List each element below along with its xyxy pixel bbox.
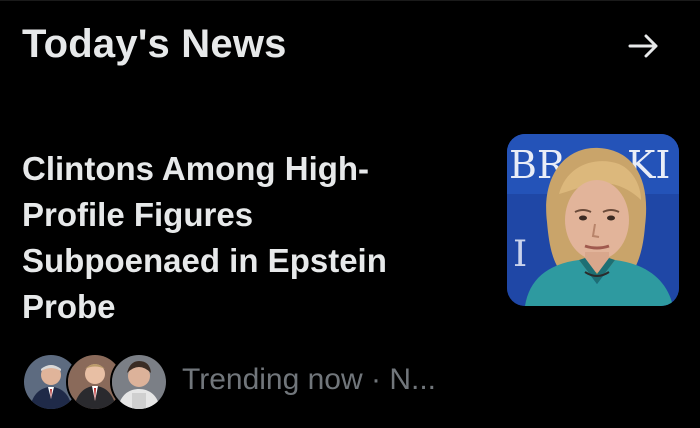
- story-thumbnail[interactable]: BR KI I: [507, 134, 679, 306]
- trending-meta-text: Trending now · N...: [182, 363, 436, 396]
- avatar: [110, 353, 168, 411]
- thumbnail-image: BR KI I: [507, 134, 679, 306]
- avatar-stack: [22, 353, 168, 411]
- section-title: Today's News: [22, 22, 287, 66]
- avatar-image: [112, 355, 166, 409]
- section-header: Today's News: [22, 22, 678, 70]
- news-story[interactable]: Clintons Among High- Profile Figures Sub…: [22, 146, 462, 330]
- story-headline[interactable]: Clintons Among High- Profile Figures Sub…: [22, 146, 462, 330]
- headline-line: Probe: [22, 288, 116, 325]
- headline-line: Profile Figures: [22, 196, 254, 233]
- top-divider: [0, 0, 700, 1]
- arrow-right-icon-graphic: [628, 34, 658, 58]
- story-meta: Trending now · N...: [22, 353, 482, 411]
- arrow-right-icon[interactable]: [624, 26, 664, 66]
- headline-line: Subpoenaed in Epstein: [22, 242, 387, 279]
- headline-line: Clintons Among High-: [22, 150, 370, 187]
- sign-text-lower: I: [513, 234, 527, 275]
